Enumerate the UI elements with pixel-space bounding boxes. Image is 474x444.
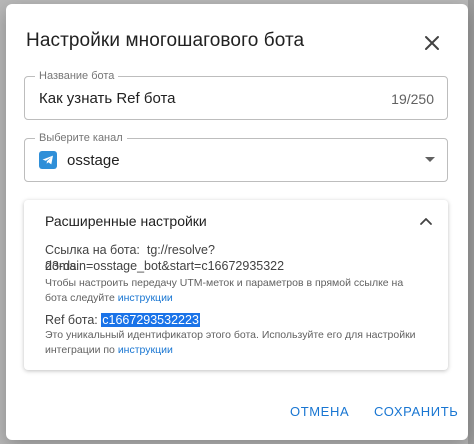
ref-value[interactable]: c1667293532223 (101, 313, 200, 327)
channel-label: Выберите канал (35, 131, 127, 145)
close-icon (425, 36, 439, 50)
backdrop-edge (468, 0, 474, 444)
ref-row: Ref бота: c1667293532223 (45, 312, 435, 328)
chevron-up-icon[interactable] (418, 214, 434, 226)
channel-selected-value: osstage (67, 152, 120, 169)
integration-instructions-link[interactable]: инструкции (118, 344, 173, 356)
telegram-icon (39, 151, 57, 169)
advanced-settings-header[interactable]: Расширенные настройки (45, 213, 207, 229)
bot-settings-dialog: Настройки многошагового бота Название бо… (6, 4, 468, 440)
ref-hint: Это уникальный идентификатор этого бота.… (45, 329, 416, 356)
cancel-button[interactable]: ОТМЕНА (290, 404, 349, 419)
dialog-title: Настройки многошагового бота (26, 30, 305, 51)
dropdown-arrow-icon[interactable] (425, 157, 435, 162)
bot-name-label: Название бота (35, 69, 119, 83)
utm-instructions-link[interactable]: инструкции (118, 292, 173, 304)
channel-select[interactable]: Выберите канал osstage (24, 131, 448, 182)
advanced-settings-panel: Расширенные настройки Ссылка на бота: tg… (24, 200, 448, 370)
bot-link-hint: Чтобы настроить передачу UTM-меток и пар… (45, 277, 404, 304)
bot-link-value-cont[interactable]: 23-ds (45, 258, 435, 274)
ref-label: Ref бота: (45, 313, 98, 327)
close-button[interactable] (420, 31, 444, 55)
bot-name-input[interactable]: Как узнать Ref бота (39, 90, 176, 107)
save-button[interactable]: СОХРАНИТЬ (374, 404, 458, 419)
bot-name-field[interactable]: Название бота Как узнать Ref бота 19/250 (24, 69, 448, 120)
bot-link-label: Ссылка на бота: (45, 243, 140, 257)
char-counter: 19/250 (391, 91, 434, 107)
